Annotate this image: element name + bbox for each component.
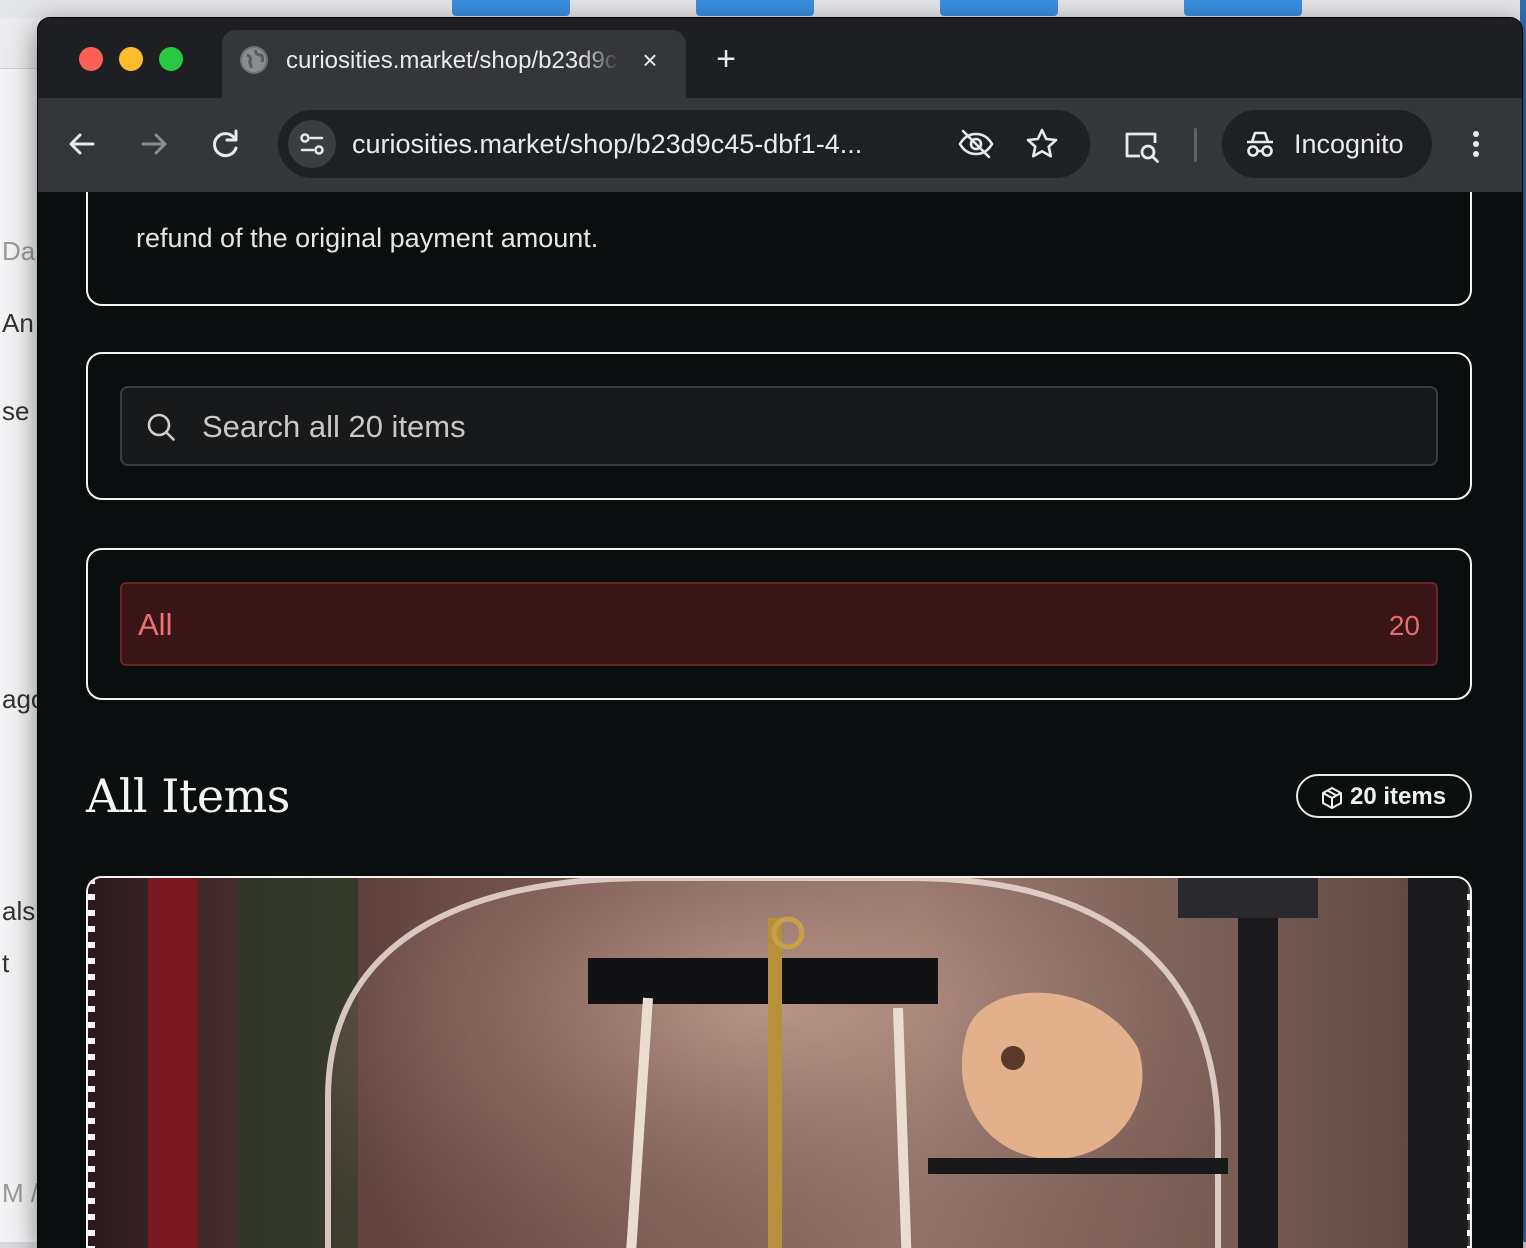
browser-toolbar: curiosities.market/shop/b23d9c45-dbf1-4.… (38, 98, 1522, 192)
address-bar[interactable]: curiosities.market/shop/b23d9c45-dbf1-4.… (278, 110, 1090, 178)
folder-icon (1184, 0, 1302, 16)
toolbar-divider (1194, 128, 1197, 162)
browser-tab-active[interactable]: curiosities.market/shop/b23d9c45 × (222, 30, 686, 98)
background-text-fragment: se (2, 396, 30, 426)
url-host: curiosities.market (352, 129, 563, 159)
tab-close-icon[interactable]: × (632, 42, 668, 78)
background-text-fragment: Da (2, 236, 36, 266)
back-icon[interactable] (60, 122, 104, 166)
background-text-fragment: M / (2, 1178, 38, 1208)
filter-label: All (138, 607, 173, 642)
category-filter-card: All 20 (86, 548, 1472, 700)
globe-icon (240, 46, 268, 74)
tab-strip: curiosities.market/shop/b23d9c45 × + (38, 18, 1522, 98)
new-tab-button[interactable]: + (706, 40, 746, 80)
site-info-icon[interactable] (288, 120, 336, 168)
product-image (88, 878, 1470, 1248)
folder-icon (696, 0, 814, 16)
reload-icon[interactable] (204, 122, 248, 166)
search-input[interactable] (202, 406, 1402, 448)
tab-title: curiosities.market/shop/b23d9c45 (286, 47, 620, 74)
background-text-fragment: als. (2, 896, 38, 926)
incognito-label: Incognito (1294, 129, 1404, 159)
forward-icon[interactable] (132, 122, 176, 166)
item-count-text: 20 items (1350, 783, 1447, 810)
zoom-window-button[interactable] (159, 47, 183, 71)
url-text[interactable]: curiosities.market/shop/b23d9c45-dbf1-4.… (352, 125, 952, 163)
page-viewport: refund of the original payment amount. A… (38, 192, 1522, 1248)
incognito-icon (1247, 131, 1273, 157)
incognito-badge[interactable]: Incognito (1222, 110, 1432, 178)
search-card (86, 352, 1472, 500)
more-menu-icon[interactable] (1454, 122, 1498, 166)
close-window-button[interactable] (79, 47, 103, 71)
refund-policy-card: refund of the original payment amount. (86, 192, 1472, 306)
url-path: /shop/b23d9c45-dbf1-4... (562, 129, 863, 159)
product-card[interactable] (86, 876, 1472, 1248)
search-icon (147, 413, 175, 441)
background-text-fragment: ago (2, 684, 38, 714)
filter-all-chip[interactable]: All 20 (120, 582, 1438, 666)
folder-icon (940, 0, 1058, 16)
background-text-fragment: t (2, 948, 10, 978)
package-icon (1322, 787, 1342, 809)
browser-window: curiosities.market/shop/b23d9c45 × + cur… (38, 18, 1522, 1248)
minimize-window-button[interactable] (119, 47, 143, 71)
search-box[interactable] (120, 386, 1438, 466)
folder-icon (452, 0, 570, 16)
policy-text: refund of the original payment amount. (136, 223, 599, 253)
item-count-badge: 20 items (1296, 774, 1472, 818)
eye-off-icon[interactable] (956, 124, 996, 164)
filter-count: 20 (1388, 610, 1420, 641)
search-tab-icon[interactable] (1120, 124, 1164, 168)
section-title: All Items (86, 769, 290, 823)
background-text-fragment: An (2, 308, 34, 338)
star-icon[interactable] (1022, 124, 1062, 164)
